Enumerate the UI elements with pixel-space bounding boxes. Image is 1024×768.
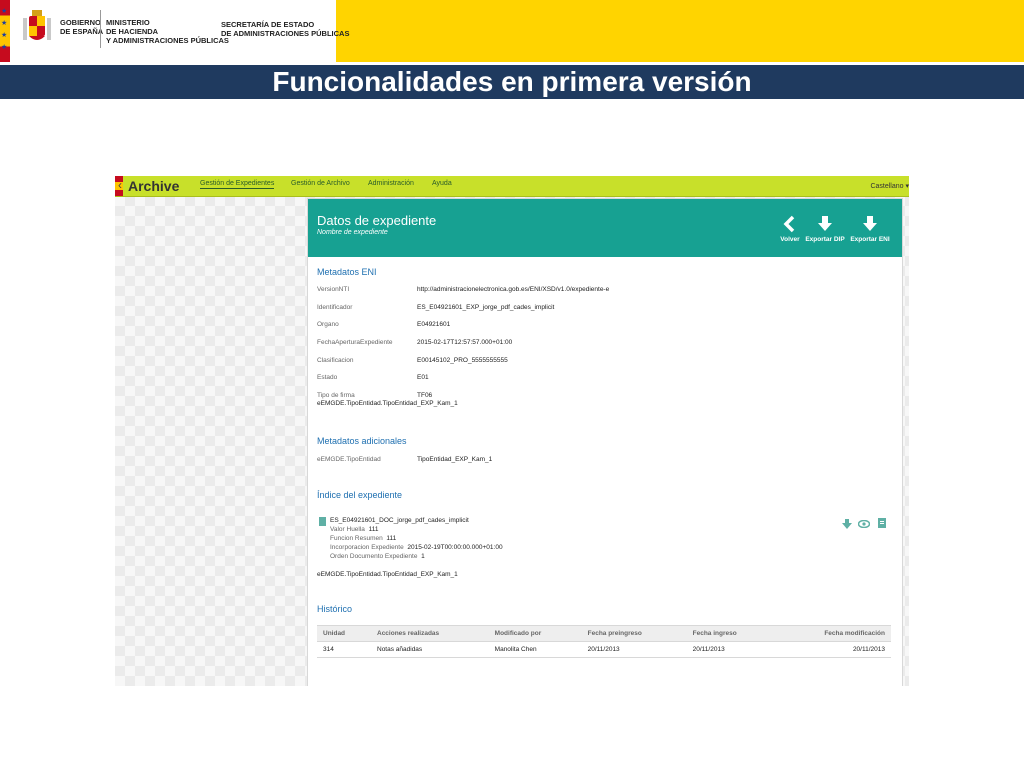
field-label: Estado xyxy=(317,374,338,381)
slide-title-bar: Funcionalidades en primera versión xyxy=(0,65,1024,99)
download-arrow-icon xyxy=(818,216,832,231)
coat-of-arms-icon xyxy=(23,10,51,40)
ministerio-line2: DE HACIENDA xyxy=(106,27,159,36)
app-brand[interactable]: Archive xyxy=(128,178,179,194)
table-header-row: Unidad Acciones realizadas Modificado po… xyxy=(317,625,891,642)
column-header[interactable]: Modificado por xyxy=(488,625,582,642)
field-extra: eEMGDE.TipoEntidad.TipoEntidad_EXP_Kam_1 xyxy=(317,571,458,578)
nav-ayuda[interactable]: Ayuda xyxy=(432,180,452,187)
gobierno-text: GOBIERNO DE ESPAÑA xyxy=(60,18,103,36)
volver-label: Volver xyxy=(780,236,800,243)
exportar-eni-label: Exportar ENI xyxy=(850,236,890,243)
field-value: TipoEntidad_EXP_Kam_1 xyxy=(417,456,493,463)
field-label: VersionNTI xyxy=(317,286,350,293)
field-value: E04921601 xyxy=(417,321,451,328)
secretaria-line2: DE ADMINISTRACIONES PÚBLICAS xyxy=(221,29,350,38)
secretaria-line1: SECRETARÍA DE ESTADO xyxy=(221,20,315,29)
field-value: http://administracionelectronica.gob.es/… xyxy=(417,286,610,293)
table-cell: Notas añadidas xyxy=(371,641,489,658)
field-value: E00145102_PRO_5555555555 xyxy=(417,357,508,364)
nav-administracion[interactable]: Administración xyxy=(368,180,414,187)
document-detail: Funcion Resumen 111 xyxy=(330,535,396,542)
secretaria-text: SECRETARÍA DE ESTADO DE ADMINISTRACIONES… xyxy=(221,20,349,38)
download-icon[interactable] xyxy=(842,519,852,529)
detail-value: 111 xyxy=(386,535,397,542)
detail-label: Incorporacion Expediente xyxy=(330,544,404,551)
eu-stars: ★ ★ ★ ★ xyxy=(1,8,8,51)
document-detail: Incorporacion Expediente 2015-02-19T00:0… xyxy=(330,544,503,551)
table-cell: 20/11/2013 xyxy=(581,641,687,658)
document-icon xyxy=(319,517,326,526)
expediente-panel: Datos de expediente Nombre de expediente… xyxy=(307,198,903,686)
top-navigation: ‹ Archive Gestión de Expedientes Gestión… xyxy=(115,176,909,197)
document-detail: Orden Documento Expediente 1 xyxy=(330,553,425,560)
field-value: 2015-02-17T12:57:57.000+01:00 xyxy=(417,339,513,346)
table-cell: 314 xyxy=(317,641,371,658)
field-label: Clasificacion xyxy=(317,357,354,364)
field-value: ES_E04921601_EXP_jorge_pdf_cades_implici… xyxy=(417,304,555,311)
divider xyxy=(216,10,217,48)
volver-button[interactable]: Volver xyxy=(778,215,802,243)
field-label: Identificador xyxy=(317,304,353,311)
detail-value: 111 xyxy=(368,526,379,533)
field-label: Organo xyxy=(317,321,339,328)
chevron-left-icon[interactable]: ‹ xyxy=(118,178,122,192)
field-label: eEMGDE.TipoEntidad xyxy=(317,456,381,463)
ministerio-line1: MINISTERIO xyxy=(106,18,150,27)
column-header[interactable]: Unidad xyxy=(317,625,371,642)
nav-gestion-expedientes[interactable]: Gestión de Expedientes xyxy=(200,180,275,189)
ministerio-line3: Y ADMINISTRACIONES PÚBLICAS xyxy=(106,36,229,45)
table-cell: 20/11/2013 xyxy=(686,641,776,658)
panel-subtitle: Nombre de expediente xyxy=(317,229,388,236)
document-icon[interactable] xyxy=(878,518,886,528)
language-select[interactable]: Castellano ▾ xyxy=(870,182,909,190)
panel-title: Datos de expediente xyxy=(317,213,437,228)
field-value: E01 xyxy=(417,374,429,381)
detail-label: Funcion Resumen xyxy=(330,535,383,542)
table-cell: 20/11/2013 xyxy=(775,641,891,658)
field-value: TF06 xyxy=(417,392,433,399)
detail-value: 1 xyxy=(421,553,425,560)
table-cell: Manolita Chen xyxy=(488,641,582,658)
exportar-dip-button[interactable]: Exportar DIP xyxy=(804,215,846,243)
detail-label: Valor Huella xyxy=(330,526,365,533)
archive-app-screenshot: ‹ Archive Gestión de Expedientes Gestión… xyxy=(115,176,909,686)
document-detail: Valor Huella 111 xyxy=(330,526,378,533)
column-header[interactable]: Fecha modificación xyxy=(775,625,891,642)
field-label: FechaAperturaExpediente xyxy=(317,339,393,346)
gobierno-line2: DE ESPAÑA xyxy=(60,27,104,36)
historico-table: Unidad Acciones realizadas Modificado po… xyxy=(317,625,891,658)
exportar-eni-button[interactable]: Exportar ENI xyxy=(849,215,891,243)
section-metadatos-eni: Metadatos ENI xyxy=(317,267,377,277)
column-header[interactable]: Fecha preingreso xyxy=(581,625,687,642)
detail-label: Orden Documento Expediente xyxy=(330,553,418,560)
column-header[interactable]: Fecha ingreso xyxy=(686,625,776,642)
chevron-left-icon xyxy=(783,215,795,233)
section-historico: Histórico xyxy=(317,604,353,614)
document-name[interactable]: ES_E04921601_DOC_jorge_pdf_cades_implici… xyxy=(330,517,469,524)
column-header[interactable]: Acciones realizadas xyxy=(371,625,489,642)
eye-icon[interactable] xyxy=(858,520,870,528)
nav-gestion-archivo[interactable]: Gestión de Archivo xyxy=(291,180,350,187)
download-arrow-icon xyxy=(863,216,877,231)
table-row[interactable]: 314 Notas añadidas Manolita Chen 20/11/2… xyxy=(317,641,891,658)
ministerio-text: MINISTERIO DE HACIENDA Y ADMINISTRACIONE… xyxy=(106,18,229,45)
exportar-dip-label: Exportar DIP xyxy=(805,236,845,243)
panel-header: Datos de expediente Nombre de expediente… xyxy=(308,199,902,257)
slide-title: Funcionalidades en primera versión xyxy=(272,66,752,97)
detail-value: 2015-02-19T00:00:00.000+01:00 xyxy=(407,544,503,551)
divider xyxy=(100,10,101,48)
field-label: Tipo de firma xyxy=(317,392,355,399)
section-metadatos-adicionales: Metadatos adicionales xyxy=(317,436,407,446)
section-indice: Índice del expediente xyxy=(317,490,403,500)
gobierno-line1: GOBIERNO xyxy=(60,18,101,27)
field-extra: eEMGDE.TipoEntidad.TipoEntidad_EXP_Kam_1 xyxy=(317,400,458,407)
